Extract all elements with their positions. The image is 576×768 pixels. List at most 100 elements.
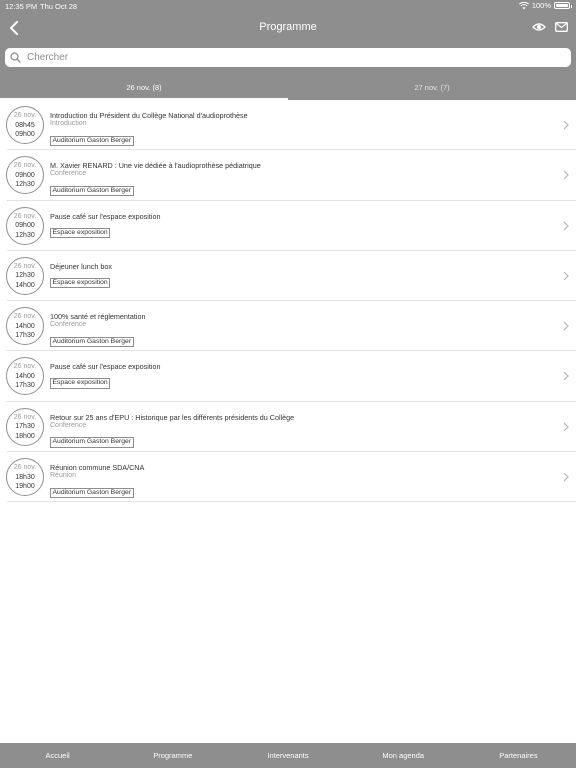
session-content: Retour sur 25 ans d'EPU : Historique par… [50, 413, 546, 449]
chevron-right-icon [563, 321, 569, 331]
session-row[interactable]: 26 nov. 08h45 09h00 Introduction du Prés… [6, 100, 576, 151]
session-date: 26 nov. [13, 112, 37, 119]
session-category: Conference [50, 321, 87, 329]
session-start: 09h00 [15, 171, 35, 179]
session-title: Introduction du Président du Collège Nat… [50, 111, 248, 120]
session-content: Pause café sur l'espace exposition Espac… [50, 362, 546, 389]
session-list: 26 nov. 08h45 09h00 Introduction du Prés… [0, 100, 576, 503]
tab-programme[interactable]: Programme [115, 743, 230, 768]
session-content: Introduction du Président du Collège Nat… [50, 111, 546, 147]
status-right: 100% [518, 1, 572, 10]
session-start: 18h30 [15, 473, 35, 481]
session-date: 26 nov. [13, 363, 37, 371]
session-location: Espace exposition [50, 378, 111, 389]
session-start: 14h00 [15, 322, 35, 330]
session-title: M. Xavier RENARD : Une vie dédiée à l'au… [50, 161, 261, 171]
session-end: 09h00 [15, 131, 35, 138]
session-location: Espace exposition [50, 277, 111, 289]
session-category: Introduction [50, 120, 87, 127]
session-start: 09h00 [15, 222, 35, 230]
session-row[interactable]: 26 nov. 14h00 17h30 100% santé et réglem… [6, 301, 576, 352]
session-content: M. Xavier RENARD : Une vie dédiée à l'au… [50, 161, 546, 197]
top-bar: 12:35 PM Thu Oct 28 100% Programme Cherc… [0, 0, 576, 100]
tab-mon-agenda[interactable]: Mon agenda [346, 743, 461, 768]
session-date: 26 nov. [13, 464, 37, 472]
session-date: 26 nov. [13, 262, 37, 270]
session-end: 17h30 [15, 382, 35, 390]
status-time: 12:35 PM [5, 2, 38, 11]
nav-bar: Programme [0, 12, 576, 44]
session-end: 18h00 [15, 432, 35, 440]
session-end: 17h30 [15, 332, 35, 340]
session-content: Pause café sur l'espace exposition Espac… [50, 212, 546, 239]
session-date: 26 nov. [13, 212, 37, 220]
session-row[interactable]: 26 nov. 09h00 12h30 M. Xavier RENARD : U… [6, 150, 576, 201]
session-start: 17h30 [15, 423, 35, 431]
session-row[interactable]: 26 nov. 17h30 18h00 Retour sur 25 ans d'… [6, 402, 576, 453]
battery-icon [554, 2, 572, 9]
session-location: Espace exposition [50, 227, 111, 239]
search-input[interactable] [27, 52, 547, 63]
session-title: Pause café sur l'espace exposition [50, 211, 161, 221]
time-circle: 26 nov. 14h00 17h30 [6, 307, 44, 346]
session-start: 14h00 [15, 372, 35, 380]
session-start: 08h45 [15, 121, 35, 129]
time-circle: 26 nov. 09h00 12h30 [6, 206, 44, 245]
status-date: Thu Oct 28 [40, 2, 78, 11]
tab-day-1-label: 26 nov. (8) [126, 83, 162, 92]
eye-icon [532, 23, 546, 31]
time-circle: 26 nov. 17h30 18h00 [6, 407, 44, 446]
session-title: Déjeuner lunch box [50, 261, 112, 271]
nav-actions [530, 18, 570, 36]
session-date: 26 nov. [13, 313, 37, 321]
visibility-button[interactable] [530, 18, 548, 36]
search-icon [10, 51, 24, 65]
session-category: Conference [50, 170, 87, 178]
wifi-icon [518, 1, 529, 9]
tab-partenaires[interactable]: Partenaires [461, 743, 576, 768]
tab-day-2-label: 27 nov. (7) [414, 83, 450, 92]
tab-day-2[interactable]: 27 nov. (7) [288, 77, 576, 100]
tab-accueil[interactable]: Accueil [0, 743, 115, 768]
page-title: Programme [259, 21, 317, 33]
battery-percent: 100% [531, 1, 551, 10]
day-tabs: 26 nov. (8) 27 nov. (7) [0, 77, 576, 100]
chevron-right-icon [563, 271, 569, 281]
time-circle: 26 nov. 08h45 09h00 [6, 106, 44, 144]
session-end: 12h30 [15, 181, 35, 189]
session-end: 19h00 [15, 483, 35, 491]
mail-button[interactable] [552, 18, 570, 36]
session-category: Conference [50, 421, 87, 429]
chevron-right-icon [563, 472, 569, 482]
session-title: 100% santé et réglementation [50, 312, 146, 322]
session-date: 26 nov. [13, 413, 37, 421]
session-location: Auditorium Gaston Berger [50, 437, 134, 448]
session-content: 100% santé et réglementation Conference … [50, 312, 546, 348]
chevron-right-icon [563, 170, 569, 180]
search-bar [5, 48, 571, 67]
session-location: Auditorium Gaston Berger [50, 336, 134, 348]
tab-day-1[interactable]: 26 nov. (8) [0, 77, 288, 100]
mail-icon [554, 22, 568, 32]
session-content: Réunion commune SDA/CNA Réunion Auditori… [50, 463, 546, 499]
bottom-tab-bar: Accueil Programme Intervenants Mon agend… [0, 743, 576, 768]
time-circle: 26 nov. 09h00 12h30 [6, 156, 44, 195]
session-location: Auditorium Gaston Berger [50, 135, 134, 146]
session-title: Retour sur 25 ans d'EPU : Historique par… [50, 412, 295, 422]
status-bar: 12:35 PM Thu Oct 28 100% [0, 0, 576, 12]
session-row[interactable]: 26 nov. 18h30 19h00 Réunion commune SDA/… [6, 452, 576, 503]
chevron-right-icon [563, 221, 569, 231]
session-title: Réunion commune SDA/CNA [50, 463, 145, 473]
chevron-right-icon [563, 120, 569, 130]
time-circle: 26 nov. 14h00 17h30 [6, 357, 44, 396]
session-row[interactable]: 26 nov. 14h00 17h30 Pause café sur l'esp… [6, 351, 576, 402]
chevron-right-icon [563, 422, 569, 432]
time-circle: 26 nov. 18h30 19h00 [6, 458, 44, 497]
session-end: 12h30 [15, 231, 35, 239]
session-row[interactable]: 26 nov. 12h30 14h00 Déjeuner lunch box E… [6, 251, 576, 302]
time-circle: 26 nov. 12h30 14h00 [6, 256, 44, 295]
session-row[interactable]: 26 nov. 09h00 12h30 Pause café sur l'esp… [6, 201, 576, 251]
session-content: Déjeuner lunch box Espace exposition [50, 262, 546, 289]
session-location: Auditorium Gaston Berger [50, 185, 134, 197]
tab-intervenants[interactable]: Intervenants [230, 743, 345, 768]
